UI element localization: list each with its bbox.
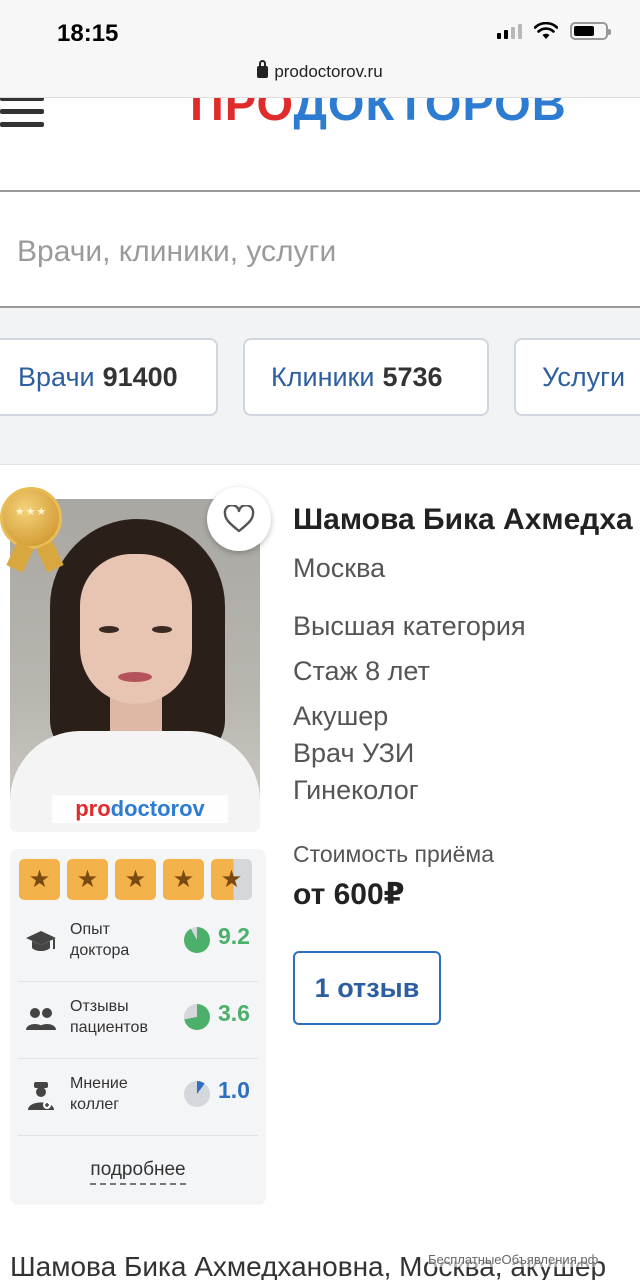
price-label: Стоимость приёма: [293, 841, 495, 867]
category-label: Услуги: [542, 362, 626, 392]
metric-patient-reviews: Отзывы пациентов 3.6: [18, 982, 258, 1059]
doctor-category: Высшая категория: [293, 611, 526, 641]
metric-pie: [184, 927, 210, 953]
metric-value: 9.2: [218, 923, 250, 949]
battery-icon: [570, 22, 611, 40]
metric-label: Мнение коллег: [70, 1075, 128, 1113]
category-tabs: Врачи 91400 Клиники 5736 Услуги: [0, 308, 640, 464]
star-icon: ★: [67, 859, 108, 900]
wifi-icon: [534, 22, 558, 39]
star-icon: ★: [19, 859, 60, 900]
half-star-icon: ★: [211, 859, 252, 900]
status-bar: 18:15: [0, 0, 640, 58]
logo-part-pro: ПРО: [190, 98, 294, 130]
metric-pie: [184, 1004, 210, 1030]
doctor-details: Высшая категория Стаж 8 лет Акушер Врач …: [293, 604, 640, 813]
watermark-text: БесплатныеОбъявления.рф: [428, 1252, 599, 1267]
metric-label: Опыт доктора: [70, 921, 130, 959]
metric-experience: Опыт доктора 9.2: [18, 905, 258, 982]
category-services-button[interactable]: Услуги: [514, 338, 640, 416]
ratings-panel: ★ ★ ★ ★ ★ Опытдоктора 9.2 Отзывыпациен: [10, 849, 266, 1205]
category-count: 91400: [102, 362, 178, 392]
url-text[interactable]: prodoctorov.ru: [274, 62, 382, 81]
category-clinics-button[interactable]: Клиники 5736: [243, 338, 489, 416]
photo-face: [80, 554, 192, 704]
metric-colleague-opinion: Мнение коллег 1.0: [18, 1059, 258, 1136]
lock-icon: [257, 60, 269, 78]
more-details-link[interactable]: подробнее: [10, 1159, 266, 1185]
signal-icon: [497, 23, 522, 39]
metric-value: 1.0: [218, 1077, 250, 1103]
photo-watermark-logo: prodoctorov: [52, 795, 228, 823]
search-bar: [0, 194, 640, 308]
category-doctors-button[interactable]: Врачи 91400: [0, 338, 218, 416]
doctor-icon: [28, 1082, 54, 1110]
doctor-card: prodoctorov ★★★ ★ ★ ★ ★ ★ Опытдоктора 9: [0, 464, 640, 1280]
metric-value: 3.6: [218, 1000, 250, 1026]
award-medal-icon: ★★★: [0, 487, 64, 573]
site-header: ПРОДОКТОРОВ: [0, 98, 640, 192]
star-icon: ★: [115, 859, 156, 900]
doctor-name[interactable]: Шамова Бика Ахмедха: [293, 503, 640, 537]
graduation-cap-icon: [26, 931, 56, 951]
metric-label: Отзывы пациентов: [70, 998, 148, 1036]
doctor-experience: Стаж 8 лет: [293, 656, 430, 686]
metric-pie: [184, 1081, 210, 1107]
reviews-button[interactable]: 1 отзыв: [293, 951, 441, 1025]
menu-icon[interactable]: [0, 98, 44, 128]
category-label: Клиники: [271, 362, 375, 392]
status-icons: [497, 22, 611, 40]
star-rating: ★ ★ ★ ★ ★: [19, 859, 252, 900]
category-count: 5736: [382, 362, 443, 392]
status-time: 18:15: [57, 20, 119, 47]
favorite-button[interactable]: [207, 487, 271, 551]
doctor-info: Шамова Бика Ахмедха Москва Высшая катего…: [293, 503, 640, 813]
star-icon: ★: [163, 859, 204, 900]
patients-icon: [26, 1008, 56, 1030]
logo-part-doctorov: ДОКТОРОВ: [293, 98, 567, 130]
doctor-specialty: Гинеколог: [293, 775, 419, 805]
price-value: от 600₽: [293, 878, 405, 911]
heart-icon: [223, 505, 255, 533]
doctor-city: Москва: [293, 553, 386, 583]
category-label: Врачи: [18, 362, 95, 392]
site-logo[interactable]: ПРОДОКТОРОВ: [190, 98, 567, 131]
search-input[interactable]: [17, 224, 617, 280]
address-bar[interactable]: prodoctorov.ru: [0, 58, 640, 98]
